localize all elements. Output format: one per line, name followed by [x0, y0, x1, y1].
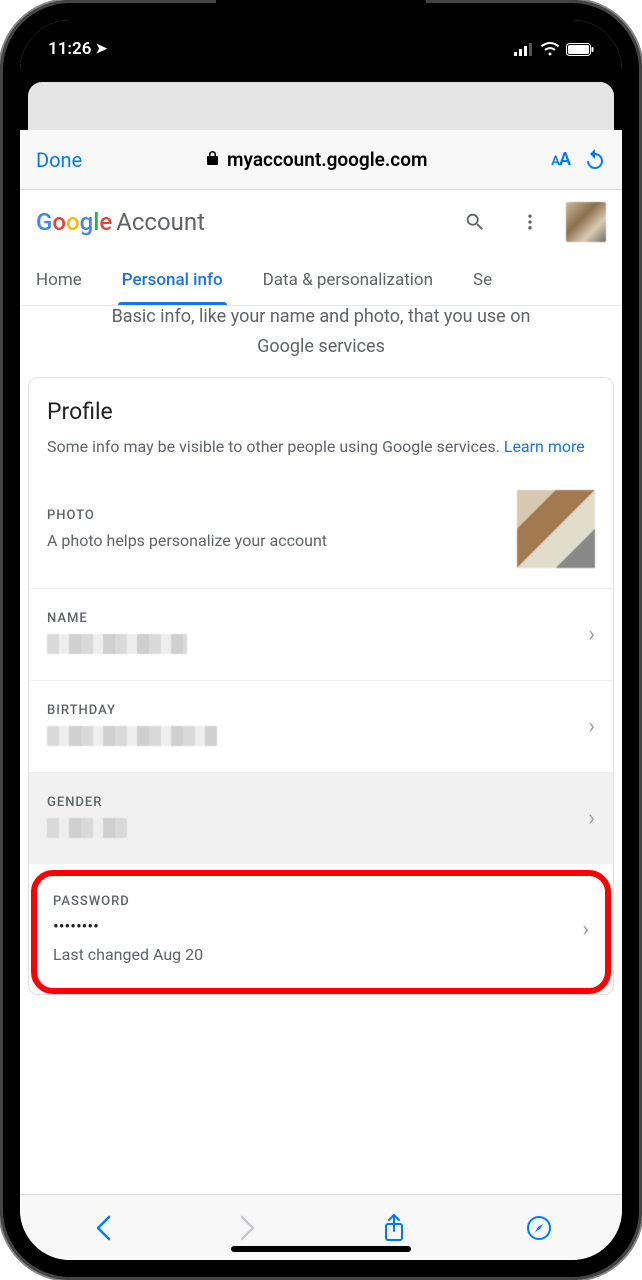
gender-value-redacted: [47, 818, 127, 838]
profile-photo-thumbnail: [517, 490, 595, 568]
battery-icon: [566, 43, 594, 56]
account-avatar[interactable]: [566, 202, 606, 242]
profile-card-title: Profile: [47, 398, 595, 425]
text-size-button[interactable]: AA: [551, 149, 570, 170]
intro-line2: Google services: [20, 328, 622, 377]
tab-data-personalization[interactable]: Data & personalization: [259, 256, 437, 304]
birthday-value-redacted: [47, 726, 217, 746]
home-indicator[interactable]: [231, 1246, 411, 1252]
safari-background-tab[interactable]: [28, 82, 614, 130]
google-account-logo[interactable]: Google Account: [36, 208, 205, 236]
row-label-password: PASSWORD: [53, 894, 570, 909]
cellular-signal-icon: [514, 43, 534, 56]
row-label-gender: GENDER: [47, 795, 576, 810]
account-tabs: Home Personal info Data & personalizatio…: [20, 254, 622, 306]
chevron-right-icon: ›: [570, 917, 589, 942]
tab-home[interactable]: Home: [32, 256, 86, 304]
location-icon: ➤: [95, 41, 107, 57]
lock-icon: [206, 150, 219, 170]
safari-tab-strip: [20, 68, 622, 130]
profile-row-name[interactable]: NAME ›: [29, 588, 613, 680]
scroll-body[interactable]: Basic info, like your name and photo, th…: [20, 306, 622, 1194]
device-frame: 11:26 ➤ Done: [0, 0, 642, 1280]
profile-row-gender[interactable]: GENDER ›: [29, 772, 613, 864]
safari-toolbar: Done myaccount.google.com AA: [20, 130, 622, 190]
profile-subtitle-text: Some info may be visible to other people…: [47, 437, 504, 456]
done-button[interactable]: Done: [36, 148, 82, 172]
profile-card: Profile Some info may be visible to othe…: [28, 377, 614, 995]
screen: 11:26 ➤ Done: [20, 20, 622, 1260]
intro-line-clipped: Basic info, like your name and photo, th…: [20, 306, 622, 328]
chevron-right-icon: ›: [576, 806, 595, 831]
forward-button: [223, 1215, 273, 1241]
url-text: myaccount.google.com: [227, 148, 427, 171]
notch: [216, 0, 426, 32]
status-time: 11:26: [48, 39, 91, 59]
more-options-icon[interactable]: [512, 203, 548, 241]
wifi-icon: [540, 42, 560, 56]
row-label-birthday: BIRTHDAY: [47, 703, 576, 718]
learn-more-link[interactable]: Learn more: [504, 437, 585, 456]
profile-row-password[interactable]: PASSWORD •••••••• Last changed Aug 20 ›: [31, 870, 611, 994]
row-label-name: NAME: [47, 611, 576, 626]
password-value: ••••••••: [53, 917, 570, 937]
safari-compass-button[interactable]: [514, 1215, 564, 1241]
row-label-photo: PHOTO: [47, 508, 517, 523]
back-button[interactable]: [78, 1215, 128, 1241]
reload-button[interactable]: [584, 148, 606, 172]
password-last-changed: Last changed Aug 20: [53, 945, 570, 964]
chevron-right-icon: ›: [576, 714, 595, 739]
logo-product-text: Account: [116, 208, 205, 236]
webpage-content: Google Account Home Personal info Data &…: [20, 190, 622, 1194]
profile-card-subtitle: Some info may be visible to other people…: [47, 435, 595, 458]
search-icon[interactable]: [456, 203, 494, 241]
tab-personal-info[interactable]: Personal info: [118, 256, 227, 304]
row-desc-photo: A photo helps personalize your account: [47, 531, 517, 550]
google-account-header: Google Account: [20, 190, 622, 254]
profile-row-birthday[interactable]: BIRTHDAY ›: [29, 680, 613, 772]
url-bar[interactable]: myaccount.google.com: [96, 148, 537, 171]
name-value-redacted: [47, 634, 187, 654]
share-button[interactable]: [369, 1214, 419, 1242]
chevron-right-icon: ›: [576, 622, 595, 647]
tab-security[interactable]: Se: [469, 256, 496, 304]
profile-row-photo[interactable]: PHOTO A photo helps personalize your acc…: [29, 466, 613, 588]
